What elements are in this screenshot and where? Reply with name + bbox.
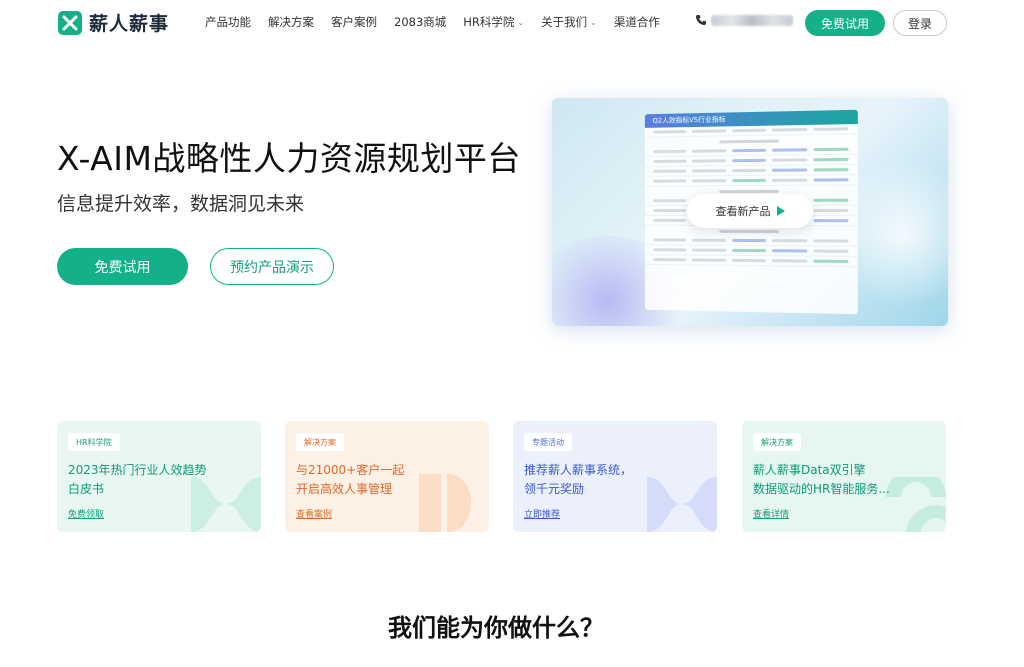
nav-item-hr-academy[interactable]: HR科学院 ⌄	[463, 14, 524, 30]
main-nav: 产品功能 解决方案 客户案例 2083商城 HR科学院 ⌄ 关于我们 ⌄ 渠道合作	[205, 14, 677, 30]
card-line: 薪人薪事Data双引擎	[753, 461, 890, 480]
nav-label: 渠道合作	[614, 14, 660, 30]
promo-card-data-engine[interactable]: 解决方案 薪人薪事Data双引擎 数据驱动的HR智能服务... 查看详情	[742, 421, 946, 532]
hero-subtitle: 信息提升效率，数据洞见未来	[57, 189, 304, 216]
nav-label: 产品功能	[205, 14, 251, 30]
nav-item-cases[interactable]: 客户案例	[331, 14, 377, 30]
card-text: 2023年热门行业人效趋势 白皮书	[68, 461, 207, 499]
card-tag: 解决方案	[753, 433, 801, 451]
header-free-trial-button[interactable]: 免费试用	[805, 10, 885, 36]
card-line: 数据驱动的HR智能服务...	[753, 480, 890, 499]
view-new-product-label: 查看新产品	[716, 203, 771, 219]
card-line: 开启高效人事管理	[296, 480, 404, 499]
play-icon	[777, 206, 785, 216]
nav-label: 关于我们	[541, 14, 587, 30]
card-line: 白皮书	[68, 480, 207, 499]
nav-item-product[interactable]: 产品功能	[205, 14, 251, 30]
logo-text: 薪人薪事	[89, 9, 169, 36]
nav-label: 客户案例	[331, 14, 377, 30]
card-link[interactable]: 免费领取	[68, 507, 104, 520]
card-link[interactable]: 查看详情	[753, 507, 789, 520]
card-line: 推荐薪人薪事系统，	[524, 461, 632, 480]
phone-icon	[695, 14, 707, 26]
card-text: 薪人薪事Data双引擎 数据驱动的HR智能服务...	[753, 461, 890, 499]
card-link[interactable]: 立即推荐	[524, 507, 560, 520]
phone-contact[interactable]	[695, 14, 793, 26]
product-preview[interactable]: Q2人效指标VS行业指标 查看新产品	[552, 98, 948, 326]
chevron-down-icon: ⌄	[517, 18, 524, 27]
nav-label: 解决方案	[268, 14, 314, 30]
book-demo-button[interactable]: 预约产品演示	[210, 248, 334, 285]
hero-title: X-AIM战略性人力资源规划平台	[57, 132, 521, 180]
view-new-product-button[interactable]: 查看新产品	[687, 194, 813, 228]
decorative-shape-icon	[647, 477, 717, 532]
card-link[interactable]: 查看案例	[296, 507, 332, 520]
card-line: 与21000+客户一起	[296, 461, 404, 480]
site-header: 薪人薪事 产品功能 解决方案 客户案例 2083商城 HR科学院 ⌄ 关于我们 ⌄ …	[0, 0, 1024, 46]
card-tag: 解决方案	[296, 433, 344, 451]
card-line: 2023年热门行业人效趋势	[68, 461, 207, 480]
card-tag: 专题活动	[524, 433, 572, 451]
card-tag: HR科学院	[68, 433, 120, 451]
decorative-shape-icon	[419, 474, 489, 532]
logo[interactable]: 薪人薪事	[57, 9, 169, 36]
promo-card-referral[interactable]: 专题活动 推荐薪人薪事系统， 领千元奖励 立即推荐	[513, 421, 717, 532]
table-row	[645, 255, 858, 267]
hero-free-trial-button[interactable]: 免费试用	[57, 248, 188, 285]
nav-item-partners[interactable]: 渠道合作	[614, 14, 660, 30]
nav-item-about[interactable]: 关于我们 ⌄	[541, 14, 597, 30]
nav-item-mall[interactable]: 2083商城	[394, 14, 446, 30]
promo-card-cases[interactable]: 解决方案 与21000+客户一起 开启高效人事管理 查看案例	[285, 421, 489, 532]
logo-icon	[57, 10, 83, 36]
login-button[interactable]: 登录	[893, 10, 947, 36]
card-text: 与21000+客户一起 开启高效人事管理	[296, 461, 404, 499]
promo-card-whitepaper[interactable]: HR科学院 2023年热门行业人效趋势 白皮书 免费领取	[57, 421, 261, 532]
card-line: 领千元奖励	[524, 480, 632, 499]
section-title: 我们能为你做什么？	[0, 608, 992, 643]
chevron-down-icon: ⌄	[590, 18, 597, 27]
card-text: 推荐薪人薪事系统， 领千元奖励	[524, 461, 632, 499]
nav-label: 2083商城	[394, 14, 446, 30]
phone-number-redacted	[711, 15, 793, 26]
nav-item-solutions[interactable]: 解决方案	[268, 14, 314, 30]
nav-label: HR科学院	[463, 14, 514, 30]
